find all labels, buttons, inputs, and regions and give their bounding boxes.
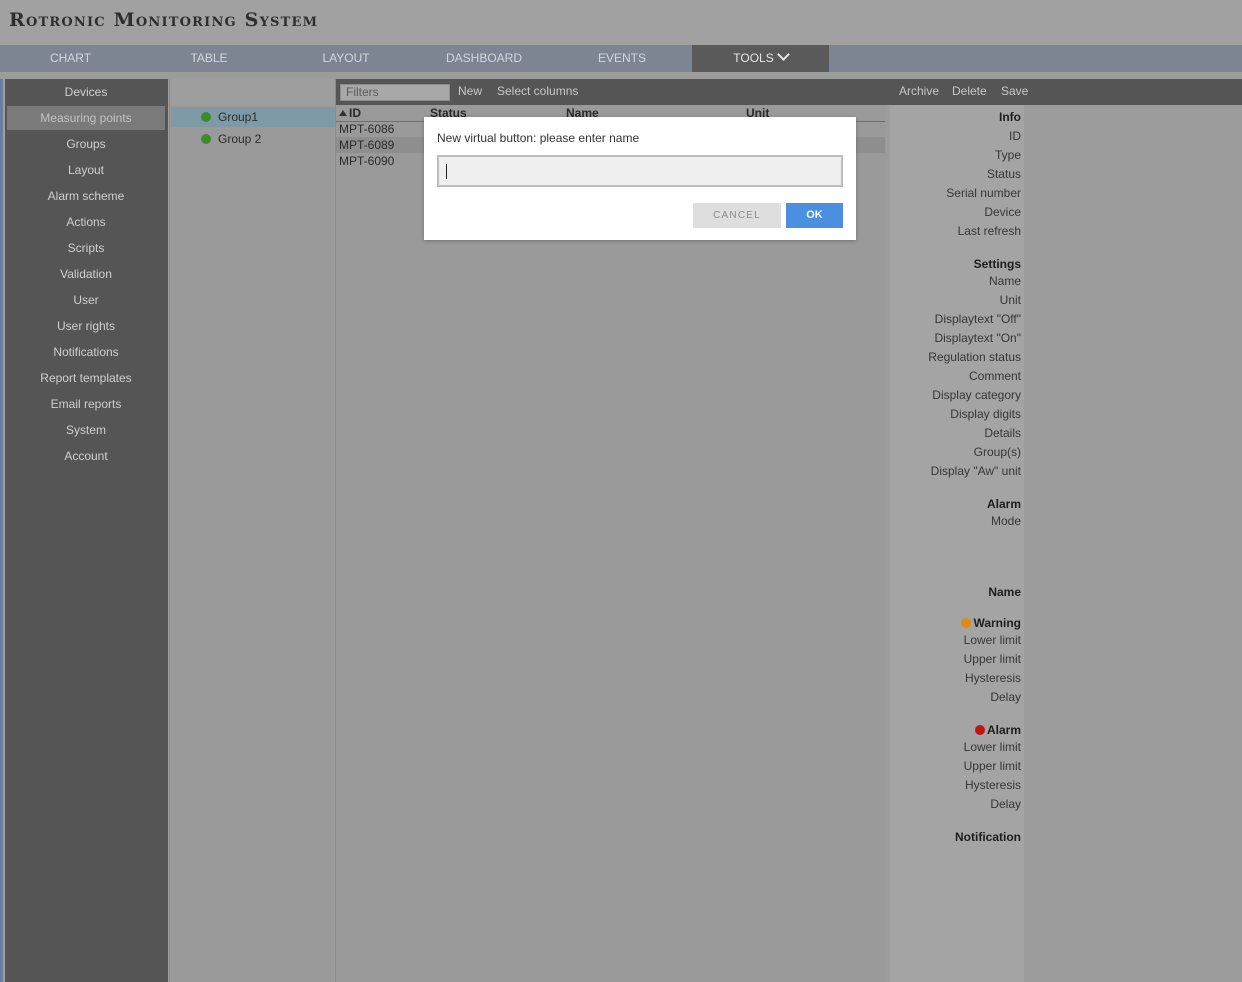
properties-toolbar: Archive Delete Save: [887, 79, 1242, 105]
table-toolbar: Filters New Select columns: [336, 79, 887, 105]
main-nav: CHART TABLE LAYOUT DASHBOARD EVENTS TOOL…: [0, 45, 1242, 72]
status-dot-icon: [201, 134, 211, 144]
sidebar-item-groups[interactable]: Groups: [7, 132, 165, 156]
alarm-limits-heading: Alarm: [974, 723, 1021, 737]
group-label: Group 2: [218, 132, 262, 146]
column-id-label: ID: [349, 106, 361, 120]
settings-label-groups: Group(s): [973, 445, 1021, 459]
alarm-label-upper-limit: Upper limit: [963, 759, 1021, 773]
cell-id: MPT-6089: [339, 138, 395, 152]
sidebar-item-email-reports[interactable]: Email reports: [7, 392, 165, 416]
alarm-label-hysteresis: Hysteresis: [964, 778, 1021, 792]
sidebar-item-measuring-points[interactable]: Measuring points: [7, 106, 165, 130]
settings-label-name: Name: [988, 274, 1021, 288]
sidebar-item-validation[interactable]: Validation: [7, 262, 165, 286]
group-label: Group1: [218, 110, 259, 124]
sidebar-item-layout[interactable]: Layout: [7, 158, 165, 182]
save-button[interactable]: Save: [1001, 79, 1028, 105]
cell-id: MPT-6090: [339, 154, 395, 168]
alarm-heading: Alarm: [986, 497, 1021, 511]
info-label-device: Device: [984, 205, 1021, 219]
sidebar-item-scripts[interactable]: Scripts: [7, 236, 165, 260]
sidebar-item-report-templates[interactable]: Report templates: [7, 366, 165, 390]
alarm-label-lower-limit: Lower limit: [963, 740, 1021, 754]
tab-tools-label: TOOLS: [733, 51, 774, 65]
status-dot-icon: [201, 112, 211, 122]
app-window: Rotronic Monitoring System CHART TABLE L…: [0, 0, 1242, 982]
sidebar-item-user[interactable]: User: [7, 288, 165, 312]
name-input[interactable]: [437, 155, 843, 187]
new-button[interactable]: New: [458, 79, 482, 105]
alarm-label-delay: Delay: [990, 797, 1021, 811]
groups-panel: Group1 Group 2: [169, 79, 335, 982]
info-label-id: ID: [1009, 129, 1021, 143]
properties-panel: Archive Delete Save Info ID Type Status …: [887, 79, 1242, 982]
settings-label-comment: Comment: [968, 369, 1021, 383]
chevron-down-icon: [776, 48, 790, 61]
alarm-dot-icon: [974, 725, 985, 735]
tab-events[interactable]: EVENTS: [553, 45, 691, 72]
groups-header: [170, 79, 335, 105]
archive-button[interactable]: Archive: [899, 79, 939, 105]
tab-dashboard[interactable]: DASHBOARD: [415, 45, 553, 72]
app-title: Rotronic Monitoring System: [9, 9, 319, 31]
sidebar-item-account[interactable]: Account: [7, 444, 165, 468]
tab-tools[interactable]: TOOLS: [692, 45, 829, 72]
settings-heading: Settings: [973, 257, 1021, 271]
settings-label-display-digits: Display digits: [950, 407, 1021, 421]
tab-layout[interactable]: LAYOUT: [277, 45, 415, 72]
warning-heading-label: Warning: [973, 616, 1021, 630]
delete-button[interactable]: Delete: [952, 79, 987, 105]
sidebar-item-system[interactable]: System: [7, 418, 165, 442]
sidebar: Devices Measuring points Groups Layout A…: [5, 79, 168, 982]
warning-label-hysteresis: Hysteresis: [964, 671, 1021, 685]
group-item-group1[interactable]: Group1: [171, 107, 335, 127]
dialog-prompt: New virtual button: please enter name: [437, 131, 640, 145]
sidebar-item-user-rights[interactable]: User rights: [7, 314, 165, 338]
settings-label-display-category: Display category: [932, 388, 1021, 402]
new-virtual-button-dialog: New virtual button: please enter name CA…: [424, 117, 856, 240]
text-caret: [446, 164, 447, 179]
alarm-label-mode: Mode: [990, 514, 1021, 528]
warning-label-lower-limit: Lower limit: [963, 633, 1021, 647]
filters-input[interactable]: Filters: [340, 84, 450, 101]
sort-ascending-icon: [339, 110, 347, 116]
tab-table[interactable]: TABLE: [141, 45, 277, 72]
cancel-button[interactable]: CANCEL: [693, 203, 781, 228]
info-label-serial-number: Serial number: [946, 186, 1021, 200]
tab-chart[interactable]: CHART: [0, 45, 141, 72]
warning-heading: Warning: [961, 616, 1021, 630]
sidebar-item-actions[interactable]: Actions: [7, 210, 165, 234]
settings-label-unit: Unit: [999, 293, 1021, 307]
sidebar-item-notifications[interactable]: Notifications: [7, 340, 165, 364]
cell-id: MPT-6086: [339, 122, 395, 136]
info-label-last-refresh: Last refresh: [957, 224, 1021, 238]
window-edge: [0, 0, 3, 982]
group-item-group2[interactable]: Group 2: [171, 129, 335, 149]
info-label-status: Status: [986, 167, 1021, 181]
settings-label-displaytext-off: Displaytext "Off": [934, 312, 1021, 326]
select-columns-button[interactable]: Select columns: [497, 79, 578, 105]
settings-label-display-aw-unit: Display "Aw" unit: [930, 464, 1021, 478]
column-header-id[interactable]: ID: [339, 105, 361, 121]
name-heading: Name: [988, 585, 1021, 599]
ok-button[interactable]: OK: [786, 203, 843, 228]
info-label-type: Type: [994, 148, 1021, 162]
settings-label-regulation-status: Regulation status: [928, 350, 1021, 364]
sidebar-item-devices[interactable]: Devices: [7, 80, 165, 104]
header: Rotronic Monitoring System: [0, 0, 1242, 45]
alarm-limits-heading-label: Alarm: [986, 723, 1021, 737]
warning-label-upper-limit: Upper limit: [963, 652, 1021, 666]
sidebar-item-alarm-scheme[interactable]: Alarm scheme: [7, 184, 165, 208]
notification-heading: Notification: [955, 830, 1021, 844]
warning-label-delay: Delay: [990, 690, 1021, 704]
info-heading: Info: [999, 110, 1021, 124]
separator: [0, 72, 1242, 79]
warning-dot-icon: [961, 618, 972, 628]
settings-label-details: Details: [984, 426, 1021, 440]
settings-label-displaytext-on: Displaytext "On": [934, 331, 1021, 345]
